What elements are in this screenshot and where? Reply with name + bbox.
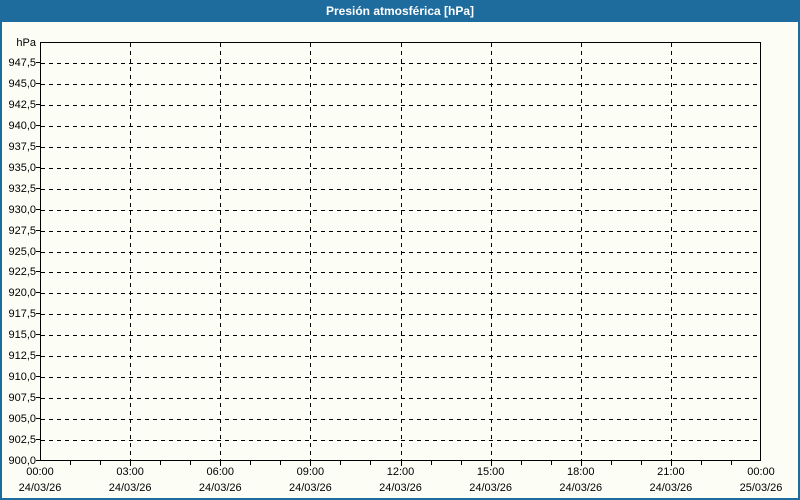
x-major-tick-mark <box>490 461 492 466</box>
x-tick-time-label: 15:00 <box>476 466 505 478</box>
chart-title-bar: Presión atmosférica [hPa] <box>0 0 800 22</box>
x-tick-time-label: 18:00 <box>566 466 595 478</box>
x-tick-time-label: 21:00 <box>657 466 685 478</box>
v-gridline <box>310 43 312 460</box>
x-major-tick-mark <box>670 461 672 466</box>
x-tick-date-label: 24/03/26 <box>18 482 62 494</box>
y-tick-label: 927,5 <box>8 224 36 237</box>
x-tick-time-label: 00:00 <box>747 466 775 478</box>
y-tick-label: 922,5 <box>8 266 36 279</box>
x-tick-time-label: 12:00 <box>386 466 415 478</box>
chart-title: Presión atmosférica [hPa] <box>325 4 475 18</box>
y-tick-label: 947,5 <box>8 56 36 69</box>
y-tick-label: 945,0 <box>8 77 36 90</box>
y-tick-label: 915,0 <box>8 329 36 342</box>
x-minor-tick-mark <box>520 461 522 465</box>
y-tick-label: 902,5 <box>8 434 36 447</box>
x-tick-time-label: 03:00 <box>116 466 144 478</box>
v-gridline <box>130 43 132 460</box>
x-minor-tick-mark <box>430 461 432 465</box>
y-tick-label: 925,0 <box>8 245 36 258</box>
x-major-tick-mark <box>220 461 222 466</box>
y-tick-label: 910,0 <box>8 371 36 384</box>
x-minor-tick-mark <box>550 461 552 465</box>
x-minor-tick-mark <box>250 461 252 465</box>
x-minor-tick-mark <box>610 461 612 465</box>
y-axis-unit-label: hPa <box>16 37 36 49</box>
x-tick-time-label: 09:00 <box>296 466 325 478</box>
v-gridline <box>580 43 582 460</box>
x-minor-tick-mark <box>160 461 162 465</box>
x-tick-time-label: 06:00 <box>206 466 235 478</box>
x-minor-tick-mark <box>70 461 72 465</box>
v-gridline <box>220 43 222 460</box>
y-tick-label: 912,5 <box>8 350 36 363</box>
y-tick-label: 920,0 <box>8 287 36 300</box>
x-tick-date-label: 24/03/26 <box>559 482 603 494</box>
x-tick-date-label: 24/03/26 <box>649 482 693 494</box>
x-tick-date-label: 24/03/26 <box>198 482 242 494</box>
x-tick-date-label: 24/03/26 <box>469 482 513 494</box>
plot-area[interactable] <box>40 42 761 461</box>
gridlines-layer <box>41 43 760 460</box>
y-tick-label: 940,0 <box>8 119 36 132</box>
y-tick-label: 917,5 <box>8 308 36 321</box>
x-tick-date-label: 25/03/26 <box>739 482 783 494</box>
x-major-tick-mark <box>580 461 582 466</box>
x-tick-date-label: 24/03/26 <box>288 482 332 494</box>
y-tick-label: 930,0 <box>8 203 36 216</box>
pressure-chart-window: Presión atmosférica [hPa] hPa 947,5 945,0… <box>0 0 800 500</box>
y-tick-label: 937,5 <box>8 140 36 153</box>
y-tick-label: 932,5 <box>8 182 36 195</box>
y-tick-label: 900,0 <box>8 455 36 467</box>
v-gridline <box>490 43 492 460</box>
y-tick-label: 905,0 <box>8 413 36 426</box>
y-tick-label: 942,5 <box>8 98 36 111</box>
x-tick-date-label: 24/03/26 <box>379 482 422 494</box>
x-minor-tick-mark <box>640 461 642 465</box>
v-gridline <box>670 43 672 460</box>
x-major-tick-mark <box>310 461 312 466</box>
x-major-tick-mark <box>400 461 402 466</box>
x-tick-date-label: 24/03/26 <box>108 482 152 494</box>
v-gridline <box>400 43 402 460</box>
y-tick-label: 907,5 <box>8 392 36 405</box>
y-tick-label: 935,0 <box>8 161 36 174</box>
x-major-tick-mark <box>130 461 132 466</box>
x-minor-tick-mark <box>190 461 192 465</box>
x-minor-tick-mark <box>370 461 372 465</box>
x-minor-tick-mark <box>700 461 702 465</box>
x-tick-time-label: 00:00 <box>26 466 54 478</box>
x-minor-tick-mark <box>100 461 102 465</box>
x-minor-tick-mark <box>340 461 342 465</box>
x-minor-tick-mark <box>460 461 462 465</box>
x-minor-tick-mark <box>730 461 732 465</box>
x-minor-tick-mark <box>280 461 282 465</box>
